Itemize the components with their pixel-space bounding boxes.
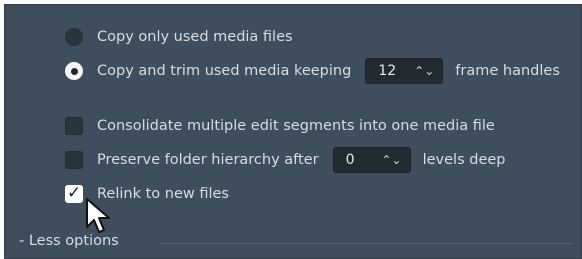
consolidate-row[interactable]: Consolidate multiple edit segments into …	[65, 113, 495, 139]
relink-checkbox[interactable]: ✓	[65, 183, 83, 203]
relink-label: Relink to new files	[97, 186, 229, 202]
frame-handles-value[interactable]: 12	[378, 63, 396, 79]
levels-stepper[interactable]: 0 ⌃⌄	[332, 147, 411, 173]
levels-label: levels deep	[422, 152, 506, 168]
copy-only-row[interactable]: Copy only used media files	[65, 24, 293, 50]
mouse-pointer-icon	[86, 198, 110, 233]
frame-handles-stepper[interactable]: 12 ⌃⌄	[365, 58, 444, 84]
section-divider	[161, 243, 573, 244]
copy-trim-label: Copy and trim used media keeping	[97, 63, 352, 79]
media-options-panel: Copy only used media files Copy and trim…	[4, 4, 582, 259]
preserve-label: Preserve folder hierarchy after	[97, 152, 319, 168]
copy-trim-row[interactable]: Copy and trim used media keeping 12 ⌃⌄ f…	[65, 58, 560, 84]
preserve-row[interactable]: Preserve folder hierarchy after 0 ⌃⌄ lev…	[65, 147, 506, 173]
copy-only-label: Copy only used media files	[97, 29, 293, 45]
preserve-checkbox[interactable]	[65, 151, 83, 169]
checkmark-icon: ✓	[67, 183, 82, 203]
levels-value[interactable]: 0	[346, 152, 355, 168]
frame-handles-label: frame handles	[455, 63, 560, 79]
up-down-chevron-icon[interactable]: ⌃⌄	[381, 154, 401, 166]
copy-trim-radio[interactable]	[65, 62, 83, 80]
consolidate-label: Consolidate multiple edit segments into …	[97, 118, 495, 134]
consolidate-checkbox[interactable]	[65, 117, 83, 135]
copy-only-radio[interactable]	[65, 28, 83, 46]
up-down-chevron-icon[interactable]: ⌃⌄	[414, 65, 434, 77]
